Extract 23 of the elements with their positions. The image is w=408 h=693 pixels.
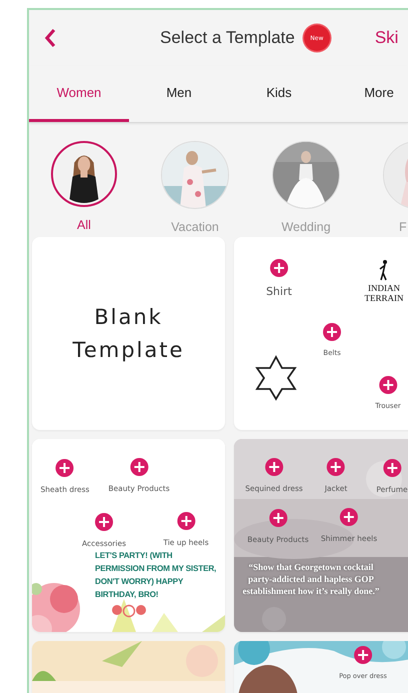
template-caption: LET'S PARTY! (WITH PERMISSION FROM MY SISTER, DON'T WORRY) HAPPY BIRTHDAY, BRO! — [95, 550, 218, 601]
template-caption: “Show that Georgetown cocktail party-addicted and hapless GOP establishment how it’s really done.” — [242, 561, 380, 597]
screen-title: Select a Template — [160, 28, 295, 48]
tab[interactable]: Kids — [229, 66, 329, 122]
tab[interactable]: More — [329, 66, 408, 122]
category-label: F — [399, 220, 407, 234]
skip-button[interactable]: Ski — [374, 28, 398, 48]
item-label: Shirt — [266, 285, 292, 298]
figure-icon — [379, 259, 389, 281]
back-icon — [44, 28, 56, 48]
tab[interactable]: Men — [129, 66, 229, 122]
category-label: Vacation — [171, 220, 219, 234]
brand-logo-text: INDIAN TERRAIN — [364, 283, 404, 303]
category-item[interactable]: All — [29, 141, 140, 237]
category-label: All — [77, 218, 91, 232]
category-label: Wedding — [281, 220, 331, 234]
star-icon — [255, 355, 297, 401]
add-item-button[interactable] — [323, 323, 341, 341]
add-item-button[interactable] — [379, 376, 397, 394]
balloons-icon — [111, 604, 147, 618]
tab[interactable]: Women — [29, 66, 129, 122]
template-card[interactable]: Blank Template — [32, 237, 225, 430]
add-item-button[interactable] — [270, 259, 288, 277]
